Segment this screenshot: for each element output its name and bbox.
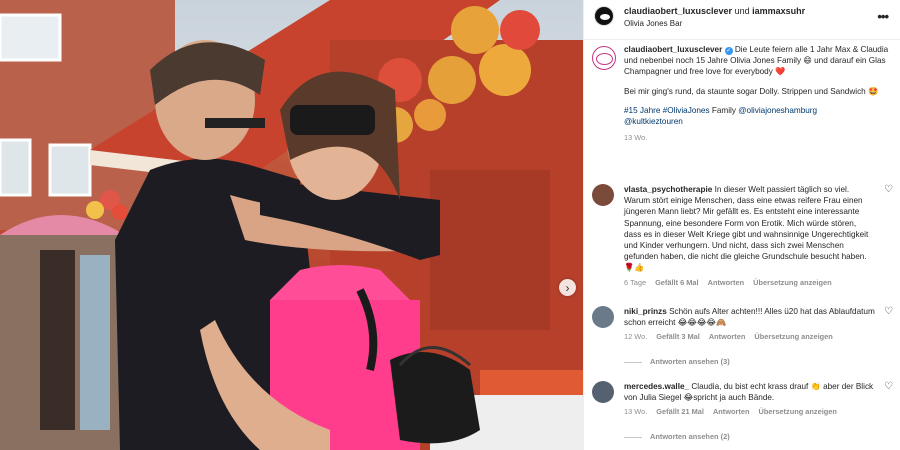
heart-outline-icon[interactable]: ♡ [884, 381, 893, 392]
comment-time: 6 Tage [624, 277, 647, 287]
commenter-username[interactable]: vlasta_psychotherapie [624, 185, 712, 194]
caption-text-family: Family [709, 105, 739, 115]
commenter-avatar[interactable] [592, 381, 614, 403]
comment-time: 12 Wo. [624, 332, 648, 342]
more-horizontal-icon[interactable]: ••• [877, 9, 889, 24]
caption-tags: #15 Jahre #OliviaJones Family @oliviajon… [624, 105, 891, 127]
caption-timestamp: 13 Wo. [624, 133, 648, 143]
comment: mercedes.walle_ Claudia, du bist echt kr… [584, 381, 900, 418]
chevron-right-icon: › [565, 280, 570, 295]
caption-author-avatar[interactable] [592, 46, 616, 70]
comment-time: 13 Wo. [624, 407, 648, 417]
caption-username[interactable]: claudiaobert_luxusclever [624, 45, 722, 54]
comment-likes[interactable]: Gefällt 3 Mal [656, 332, 700, 341]
mention-oliviajoneshamburg[interactable]: @oliviajoneshamburg [738, 106, 817, 115]
post-photo[interactable]: › [0, 0, 583, 450]
view-replies-button[interactable]: Antworten ansehen (2) [624, 432, 730, 441]
caption-text-2: Bei mir ging's rund, da staunte sogar Do… [624, 86, 879, 96]
post-caption: claudiaobert_luxusclever ✓ Die Leute fei… [584, 44, 900, 143]
hashtag-15-jahre[interactable]: #15 Jahre [624, 106, 663, 115]
photo-illustration [0, 0, 583, 450]
commenter-avatar[interactable] [592, 306, 614, 328]
reply-button[interactable]: Antworten [713, 407, 750, 416]
post-authors: claudiaobert_luxusclever und iammaxsuhr [624, 6, 805, 16]
comment-meta: 13 Wo. Gefällt 21 Mal Antworten Übersetzung… [624, 406, 875, 417]
instagram-post-view: › claudiaobert_luxusclever und iammaxsuh… [0, 0, 900, 450]
verified-badge-icon: ✓ [724, 47, 733, 55]
post-side-panel: claudiaobert_luxusclever und iammaxsuhr … [583, 0, 900, 450]
comment-meta: 6 Tage Gefällt 6 Mal Antworten Übersetzung … [624, 277, 875, 288]
comment: vlasta_psychotherapie In dieser Welt pas… [584, 184, 900, 288]
mention-kultkieztouren[interactable]: @kultkieztouren [624, 117, 683, 126]
translate-button[interactable]: Übersetzung anzeigen [758, 407, 836, 416]
author-avatar[interactable] [594, 6, 614, 26]
post-header: claudiaobert_luxusclever und iammaxsuhr … [584, 0, 900, 40]
comment-likes[interactable]: Gefällt 21 Mal [656, 407, 704, 416]
translate-button[interactable]: Übersetzung anzeigen [754, 332, 832, 341]
next-photo-button[interactable]: › [559, 279, 576, 296]
comment-likes[interactable]: Gefällt 6 Mal [655, 278, 699, 287]
view-replies-button[interactable]: Antworten ansehen (3) [624, 357, 730, 366]
heart-outline-icon[interactable]: ♡ [884, 184, 893, 195]
comment: niki_prinzs Schön aufs Alter achten!!! A… [584, 306, 900, 343]
heart-outline-icon[interactable]: ♡ [884, 306, 893, 317]
translate-button[interactable]: Übersetzung anzeigen [753, 278, 831, 287]
comment-text: In dieser Welt passiert täglich so viel.… [624, 185, 869, 273]
coauthor-username-link[interactable]: iammaxsuhr [752, 6, 805, 16]
commenter-username[interactable]: niki_prinzs [624, 307, 667, 316]
commenter-avatar[interactable] [592, 184, 614, 206]
location-link[interactable]: Olivia Jones Bar [624, 19, 682, 28]
reply-button[interactable]: Antworten [709, 332, 746, 341]
comment-meta: 12 Wo. Gefällt 3 Mal Antworten Übersetzung … [624, 331, 875, 342]
hashtag-oliviajones[interactable]: #OliviaJones [663, 106, 710, 115]
reply-button[interactable]: Antworten [708, 278, 745, 287]
commenter-username[interactable]: mercedes.walle_ [624, 382, 689, 391]
author-username-link[interactable]: claudiaobert_luxusclever [624, 6, 732, 16]
authors-connector: und [732, 6, 753, 16]
